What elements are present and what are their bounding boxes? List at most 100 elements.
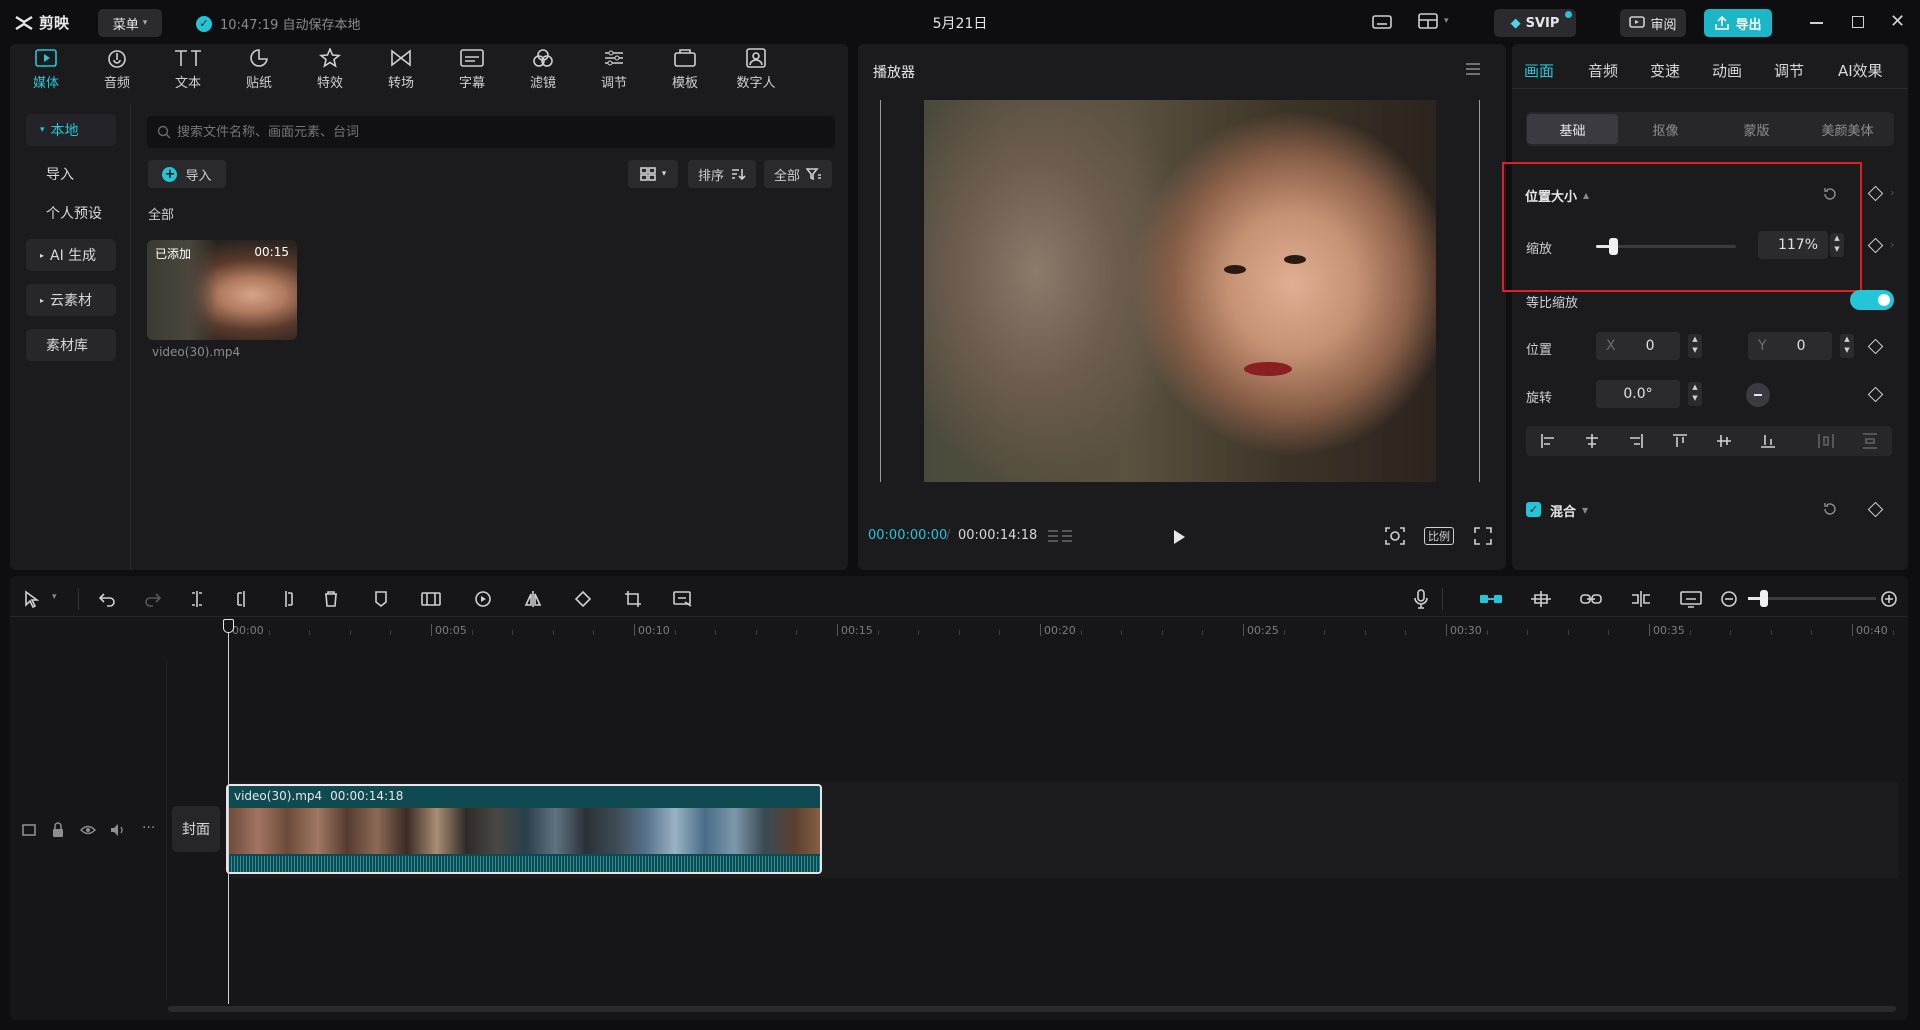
crop-icon[interactable] [620, 586, 646, 612]
cover-button[interactable]: 封面 [172, 806, 220, 852]
track-visibility-toggle-icon[interactable] [22, 823, 36, 837]
playhead-handle[interactable] [223, 619, 234, 633]
tab-prop-audio[interactable]: 音频 [1588, 60, 1618, 81]
position-y-field[interactable]: Y 0 [1748, 332, 1832, 360]
play-button[interactable] [1171, 528, 1187, 546]
filter-button[interactable]: 全部 [764, 160, 832, 188]
export-button[interactable]: 导出 [1704, 9, 1772, 37]
mirror-icon[interactable] [520, 586, 546, 612]
link-icon[interactable] [1578, 586, 1604, 612]
align-left-icon[interactable] [1540, 433, 1556, 449]
scale-slider-knob[interactable] [1608, 238, 1618, 255]
sort-button[interactable]: 排序 [688, 160, 756, 188]
track-preview-icon[interactable] [1678, 586, 1704, 612]
marker-icon[interactable] [368, 586, 394, 612]
import-button[interactable]: + 导入 [148, 160, 226, 188]
rotate-clip-icon[interactable] [570, 586, 596, 612]
delete-icon[interactable] [318, 586, 344, 612]
split-left-icon[interactable] [230, 586, 256, 612]
review-button[interactable]: 审阅 [1620, 9, 1686, 37]
distribute-v-icon[interactable] [1862, 433, 1878, 449]
section-position-size[interactable]: 位置大小 ▲ [1525, 186, 1589, 205]
tab-audio[interactable]: 音频 [85, 48, 149, 98]
align-center-h-icon[interactable] [1584, 433, 1600, 449]
tab-digital-human[interactable]: 数字人 [724, 48, 788, 98]
x-stepper[interactable]: ▲ ▼ [1688, 334, 1702, 358]
tab-text[interactable]: 文本 [156, 48, 220, 98]
subtab-mask[interactable]: 蒙版 [1711, 114, 1802, 144]
sidebar-item-library[interactable]: 素材库 [26, 329, 116, 361]
sidebar-item-ai-gen[interactable]: ▸ AI 生成 [26, 239, 116, 271]
split-icon[interactable] [184, 586, 210, 612]
zoom-out-icon[interactable] [1716, 586, 1742, 612]
tab-speed[interactable]: 变速 [1650, 60, 1680, 81]
search-box[interactable] [147, 116, 835, 148]
microphone-icon[interactable] [1408, 586, 1434, 612]
zoom-slider-knob[interactable] [1760, 590, 1768, 607]
rotate-field[interactable]: 0.0° [1596, 380, 1680, 408]
tab-ai-effects[interactable]: AI效果 [1838, 60, 1883, 81]
maximize-icon[interactable] [1852, 16, 1864, 28]
chevron-down-icon[interactable]: ▾ [52, 592, 57, 602]
lock-icon[interactable] [51, 822, 65, 838]
select-tool-icon[interactable] [18, 586, 44, 612]
subtitle-toggle-icon[interactable] [1372, 14, 1392, 30]
aspect-ratio-button[interactable]: 比例 [1424, 527, 1454, 545]
auto-reframe-icon[interactable] [670, 586, 696, 612]
reset-icon[interactable] [1822, 186, 1838, 202]
freeze-icon[interactable] [418, 586, 444, 612]
split-right-icon[interactable] [274, 586, 300, 612]
subtab-beauty[interactable]: 美颜美体 [1802, 114, 1893, 144]
tab-template[interactable]: 模板 [653, 48, 717, 98]
blend-checkbox[interactable]: ✓ [1526, 502, 1541, 517]
y-stepper[interactable]: ▲ ▼ [1840, 334, 1854, 358]
timeline-scrollbar[interactable] [168, 1006, 1896, 1012]
fullscreen-icon[interactable] [1474, 527, 1492, 545]
layout-button[interactable]: ▾ [1418, 13, 1449, 29]
tab-subtitle[interactable]: 字幕 [440, 48, 504, 98]
preview-axis-icon[interactable] [1628, 586, 1654, 612]
video-preview[interactable] [924, 100, 1436, 482]
timeline-zoom-slider[interactable] [1748, 590, 1876, 607]
tab-sticker[interactable]: 贴纸 [227, 48, 291, 98]
playhead-line[interactable] [228, 622, 229, 1004]
tab-effects[interactable]: 特效 [298, 48, 362, 98]
svip-button[interactable]: ◆ SVIP [1494, 9, 1576, 37]
rotate-dial[interactable] [1746, 383, 1770, 407]
close-icon[interactable]: ✕ [1890, 11, 1905, 32]
sidebar-item-import[interactable]: 导入 [26, 158, 116, 190]
align-right-icon[interactable] [1628, 433, 1644, 449]
distribute-h-icon[interactable] [1818, 433, 1834, 449]
align-bottom-icon[interactable] [1760, 433, 1776, 449]
eye-icon[interactable] [80, 824, 96, 836]
speaker-icon[interactable] [110, 823, 126, 837]
more-icon[interactable]: ··· [142, 820, 155, 836]
main-track-magnet-icon[interactable] [1478, 586, 1504, 612]
position-x-field[interactable]: X 0 [1596, 332, 1680, 360]
player-menu-icon[interactable] [1465, 62, 1481, 76]
scale-value-field[interactable]: 117% [1758, 231, 1828, 259]
timeline-video-clip[interactable]: video(30).mp4 00:00:14:18 [226, 784, 822, 874]
tab-picture[interactable]: 画面 [1524, 60, 1554, 81]
media-clip-thumbnail[interactable]: 已添加 00:15 [147, 240, 297, 340]
fit-screen-icon[interactable] [1385, 527, 1405, 545]
reset-icon[interactable] [1822, 501, 1838, 517]
sidebar-item-preset[interactable]: 个人预设 [26, 197, 116, 229]
view-mode-button[interactable]: ▾ [628, 160, 678, 188]
subtab-basic[interactable]: 基础 [1527, 114, 1618, 144]
tab-media[interactable]: 媒体 [14, 48, 78, 98]
tab-adjust[interactable]: 调节 [582, 48, 646, 98]
tab-filter[interactable]: 滤镜 [511, 48, 575, 98]
section-blend[interactable]: 混合 ▼ [1550, 501, 1588, 520]
scale-stepper[interactable]: ▲ ▼ [1830, 233, 1844, 257]
undo-icon[interactable] [94, 586, 120, 612]
tab-animation[interactable]: 动画 [1712, 60, 1742, 81]
rotate-stepper[interactable]: ▲ ▼ [1688, 382, 1702, 406]
align-center-v-icon[interactable] [1716, 433, 1732, 449]
redo-icon[interactable] [140, 586, 166, 612]
search-input[interactable] [177, 124, 817, 140]
timecode-list-icon[interactable] [1046, 528, 1074, 546]
reverse-icon[interactable] [470, 586, 496, 612]
tab-transition[interactable]: 转场 [369, 48, 433, 98]
uniform-scale-toggle[interactable] [1850, 290, 1894, 310]
